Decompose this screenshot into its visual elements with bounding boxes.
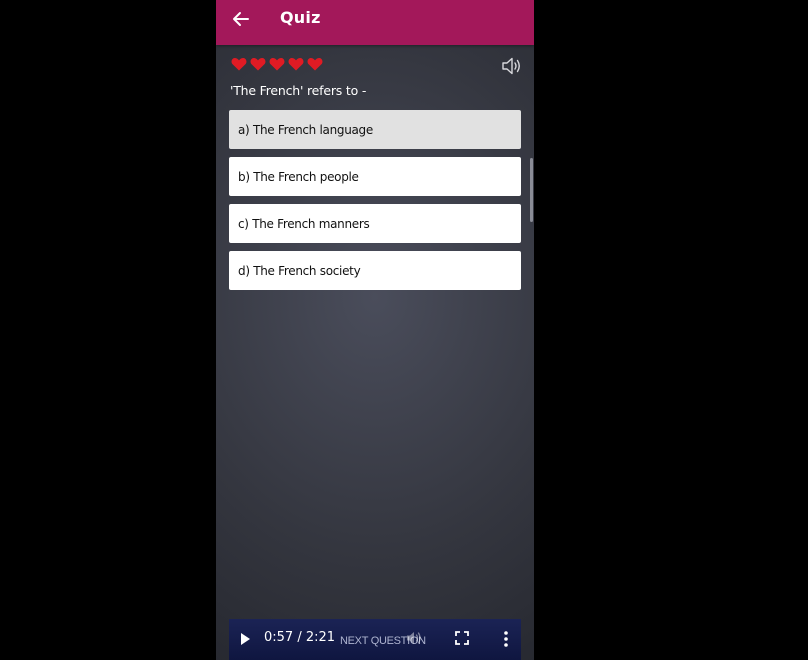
answer-option-a[interactable]: a) The French language <box>229 110 521 149</box>
answer-option-b[interactable]: b) The French people <box>229 157 521 196</box>
sound-toggle-button[interactable] <box>500 55 524 77</box>
fullscreen-button[interactable] <box>454 630 470 646</box>
answer-option-d[interactable]: d) The French society <box>229 251 521 290</box>
answer-options: a) The French language b) The French peo… <box>229 110 521 298</box>
heart-icon <box>250 57 266 71</box>
scrollbar-thumb[interactable] <box>530 158 533 222</box>
volume-icon <box>407 632 421 644</box>
heart-icon <box>307 57 323 71</box>
video-controls: 0:57 / 2:21 NEXT QUESTION <box>229 619 521 660</box>
back-button[interactable] <box>228 6 254 32</box>
fullscreen-icon <box>455 631 469 645</box>
more-vertical-icon <box>504 631 508 647</box>
phone-screen: Quiz 'The French' refers to - a) The Fre… <box>216 0 534 660</box>
answer-option-c[interactable]: c) The French manners <box>229 204 521 243</box>
heart-icon <box>288 57 304 71</box>
heart-icon <box>231 57 247 71</box>
question-text: 'The French' refers to - <box>230 83 367 98</box>
speaker-icon <box>502 57 520 75</box>
arrow-left-icon <box>233 12 249 26</box>
page-title: Quiz <box>280 8 321 27</box>
play-button[interactable] <box>237 631 253 647</box>
lives-indicator <box>231 57 323 71</box>
app-bar: Quiz <box>216 0 534 45</box>
more-options-button[interactable] <box>502 629 510 649</box>
volume-button[interactable] <box>405 629 423 647</box>
play-icon <box>241 633 250 645</box>
video-time: 0:57 / 2:21 <box>264 630 336 645</box>
heart-icon <box>269 57 285 71</box>
